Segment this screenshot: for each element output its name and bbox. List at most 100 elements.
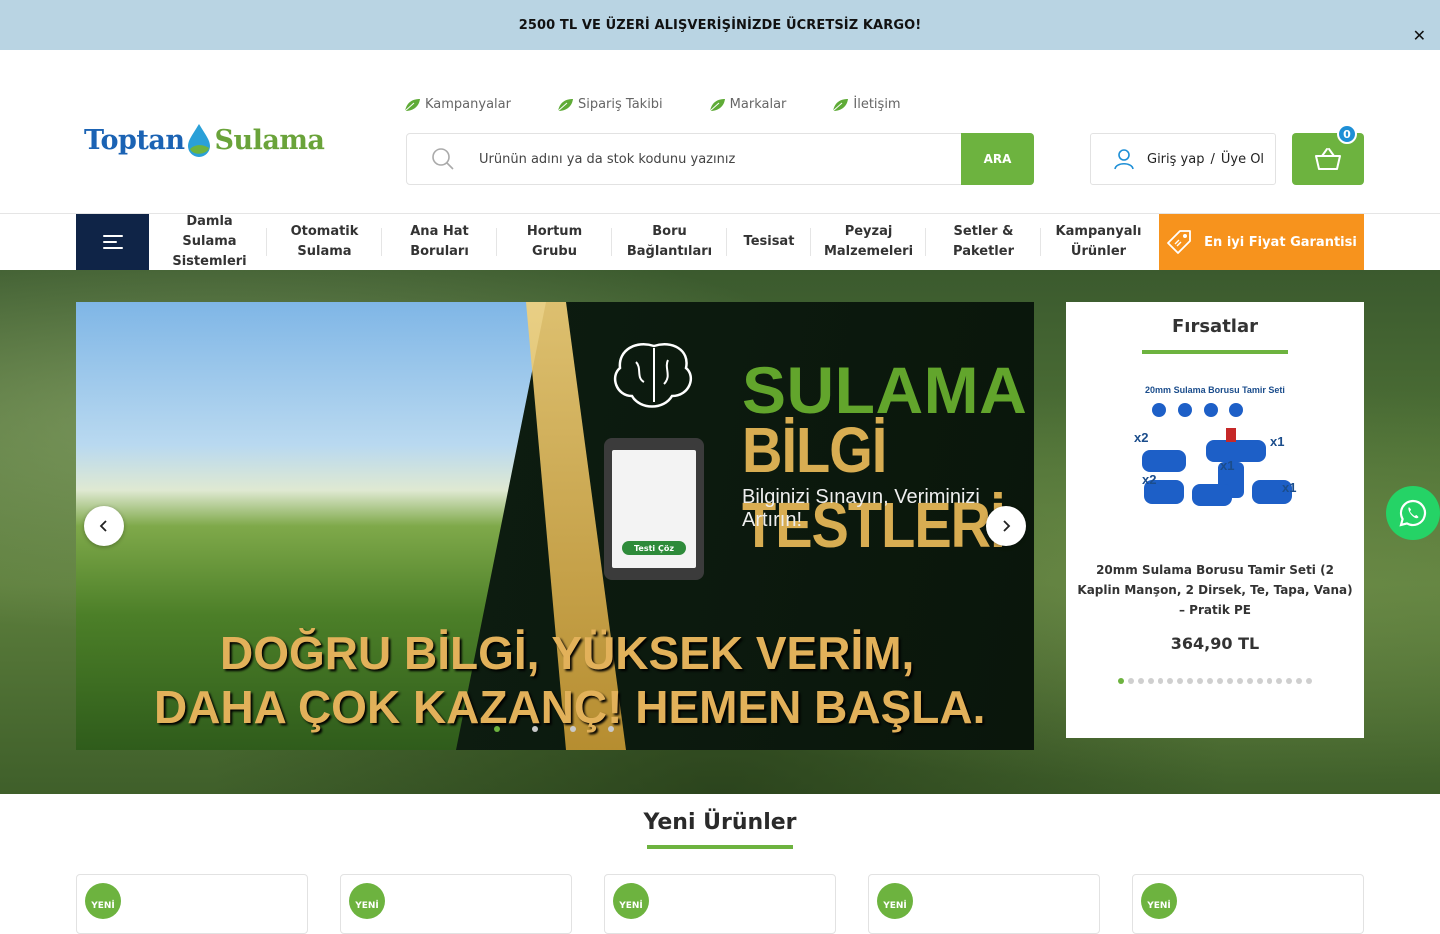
pagination-dot[interactable] [1256, 678, 1263, 684]
pagination-dot[interactable] [1306, 678, 1313, 684]
nav-item-otomatik-sulama[interactable]: Otomatik Sulama [267, 214, 382, 270]
pagination-dot[interactable] [1246, 678, 1253, 684]
pagination-dot[interactable] [532, 726, 538, 732]
pagination-dot[interactable] [1296, 678, 1303, 684]
toplink-markalar[interactable]: Markalar [709, 97, 787, 112]
toplink-siparis-takibi[interactable]: Sipariş Takibi [557, 97, 663, 112]
deal-product-name[interactable]: 20mm Sulama Borusu Tamir Seti (2 Kaplin … [1076, 560, 1354, 620]
leaf-icon [709, 98, 725, 111]
basket-icon [1315, 148, 1341, 170]
product-card[interactable]: YENİ [868, 874, 1100, 934]
cart-button[interactable]: 0 [1292, 124, 1364, 185]
nav-item-setler-paketler[interactable]: Setler & Paketler [926, 214, 1041, 270]
hero-slider[interactable]: Testi Çöz SULAMA BİLGİ TESTLERİ Bilginiz… [76, 302, 1034, 750]
nav-label: Paketler [953, 244, 1014, 259]
nav-label: Grubu [532, 244, 577, 259]
pagination-dot[interactable] [1236, 678, 1243, 684]
slider-prev-button[interactable] [84, 506, 124, 546]
slider-next-button[interactable] [986, 506, 1026, 546]
nav-label: Peyzaj [844, 224, 893, 239]
best-price-guarantee-button[interactable]: En iyi Fiyat Garantisi [1159, 214, 1364, 270]
nav-label: Bağlantıları [626, 244, 713, 259]
new-products-title: Yeni Ürünler [643, 810, 797, 835]
svg-text:x1: x1 [1282, 480, 1296, 495]
product-image[interactable]: 20mm Sulama Borusu Tamir Seti x2 x2 x1 x… [1122, 380, 1308, 530]
search-button[interactable]: ARA [961, 133, 1034, 185]
leaf-icon [404, 98, 420, 111]
announcement-text: 2500 TL VE ÜZERİ ALIŞVERİŞİNİZDE ÜCRETSİ… [518, 17, 922, 33]
user-icon [1114, 149, 1134, 170]
nav-label: Otomatik [290, 224, 359, 239]
svg-text:x1: x1 [1270, 434, 1284, 449]
pagination-dot[interactable] [1187, 678, 1194, 684]
search-input[interactable] [479, 151, 949, 167]
nav-item-tesisat[interactable]: Tesisat [727, 214, 811, 270]
pagination-dot[interactable] [570, 726, 576, 732]
take-test-button[interactable]: Testi Çöz [622, 541, 686, 555]
deals-pagination [1116, 678, 1314, 684]
deal-product-price: 364,90 TL [1170, 634, 1260, 653]
new-badge: YENİ [349, 883, 385, 919]
search-bar: ARA [406, 133, 1034, 185]
nav-item-kampanyali-urunler[interactable]: Kampanyalı Ürünler [1041, 214, 1156, 270]
product-image-caption: 20mm Sulama Borusu Tamir Seti [1145, 385, 1285, 395]
logo-text-part2: Sulama [214, 124, 325, 156]
price-tag-icon [1167, 230, 1192, 254]
nav-item-peyzaj-malzemeleri[interactable]: Peyzaj Malzemeleri [811, 214, 926, 270]
nav-label: Hortum [526, 224, 583, 239]
product-card[interactable]: YENİ [604, 874, 836, 934]
pagination-dot[interactable] [1147, 678, 1154, 684]
nav-label: Sistemleri [172, 254, 247, 269]
pagination-dot[interactable] [1127, 678, 1134, 684]
product-card[interactable]: YENİ [76, 874, 308, 934]
site-logo[interactable]: Toptan Sulama [84, 122, 325, 158]
announcement-bar: 2500 TL VE ÜZERİ ALIŞVERİŞİNİZDE ÜCRETSİ… [0, 0, 1440, 50]
pagination-dot[interactable] [1286, 678, 1293, 684]
new-badge: YENİ [877, 883, 913, 919]
pagination-dot[interactable] [1157, 678, 1164, 684]
whatsapp-button[interactable] [1386, 486, 1440, 540]
register-link[interactable]: Üye Ol [1221, 152, 1264, 167]
nav-item-ana-hat-borulari[interactable]: Ana Hat Boruları [382, 214, 497, 270]
nav-label: Damla [186, 214, 233, 229]
toplink-label: Markalar [729, 97, 787, 112]
search-icon [432, 148, 454, 170]
login-link[interactable]: Giriş yap [1147, 152, 1204, 167]
pagination-dot[interactable] [1197, 678, 1204, 684]
pagination-dot[interactable] [1167, 678, 1174, 684]
pagination-dot[interactable] [1217, 678, 1223, 684]
leaf-icon [833, 98, 849, 111]
pagination-dot-active[interactable] [1117, 678, 1124, 684]
chevron-right-icon [1003, 520, 1011, 532]
pagination-dot[interactable] [608, 726, 614, 732]
toplink-kampanyalar[interactable]: Kampanyalar [404, 97, 511, 112]
hamburger-icon [102, 235, 123, 249]
main-nav: Damla Sulama Sistemleri Otomatik Sulama Ana… [0, 213, 1440, 270]
product-card[interactable]: YENİ [1132, 874, 1364, 934]
pagination-dot[interactable] [1207, 678, 1213, 684]
pagination-dot-active[interactable] [494, 726, 500, 732]
pagination-dot[interactable] [1266, 678, 1273, 684]
menu-button[interactable] [76, 214, 149, 270]
new-badge: YENİ [1141, 883, 1177, 919]
title-underline [647, 845, 793, 849]
nav-item-hortum-grubu[interactable]: Hortum Grubu [497, 214, 612, 270]
close-icon[interactable]: ✕ [1413, 28, 1426, 44]
pagination-dot[interactable] [1137, 678, 1144, 684]
top-links: Kampanyalar Sipariş Takibi Markalar İlet… [404, 97, 947, 112]
toplink-label: İletişim [853, 97, 901, 112]
nav-label: Ürünler [1070, 244, 1127, 259]
deals-panel: Fırsatlar 20mm Sulama Borusu Tamir Seti … [1066, 302, 1364, 738]
account-separator: / [1210, 151, 1215, 167]
nav-label: Ana Hat [410, 224, 469, 239]
whatsapp-icon [1399, 499, 1427, 527]
pagination-dot[interactable] [1177, 678, 1184, 684]
nav-item-damla-sulama[interactable]: Damla Sulama Sistemleri [152, 214, 267, 270]
nav-label: Kampanyalı [1055, 224, 1142, 239]
nav-item-boru-baglantilari[interactable]: Boru Bağlantıları [612, 214, 727, 270]
toplink-iletisim[interactable]: İletişim [832, 97, 901, 112]
pagination-dot[interactable] [1226, 678, 1233, 684]
account-box: Giriş yap / Üye Ol [1090, 133, 1276, 185]
product-card[interactable]: YENİ [340, 874, 572, 934]
pagination-dot[interactable] [1276, 678, 1283, 684]
